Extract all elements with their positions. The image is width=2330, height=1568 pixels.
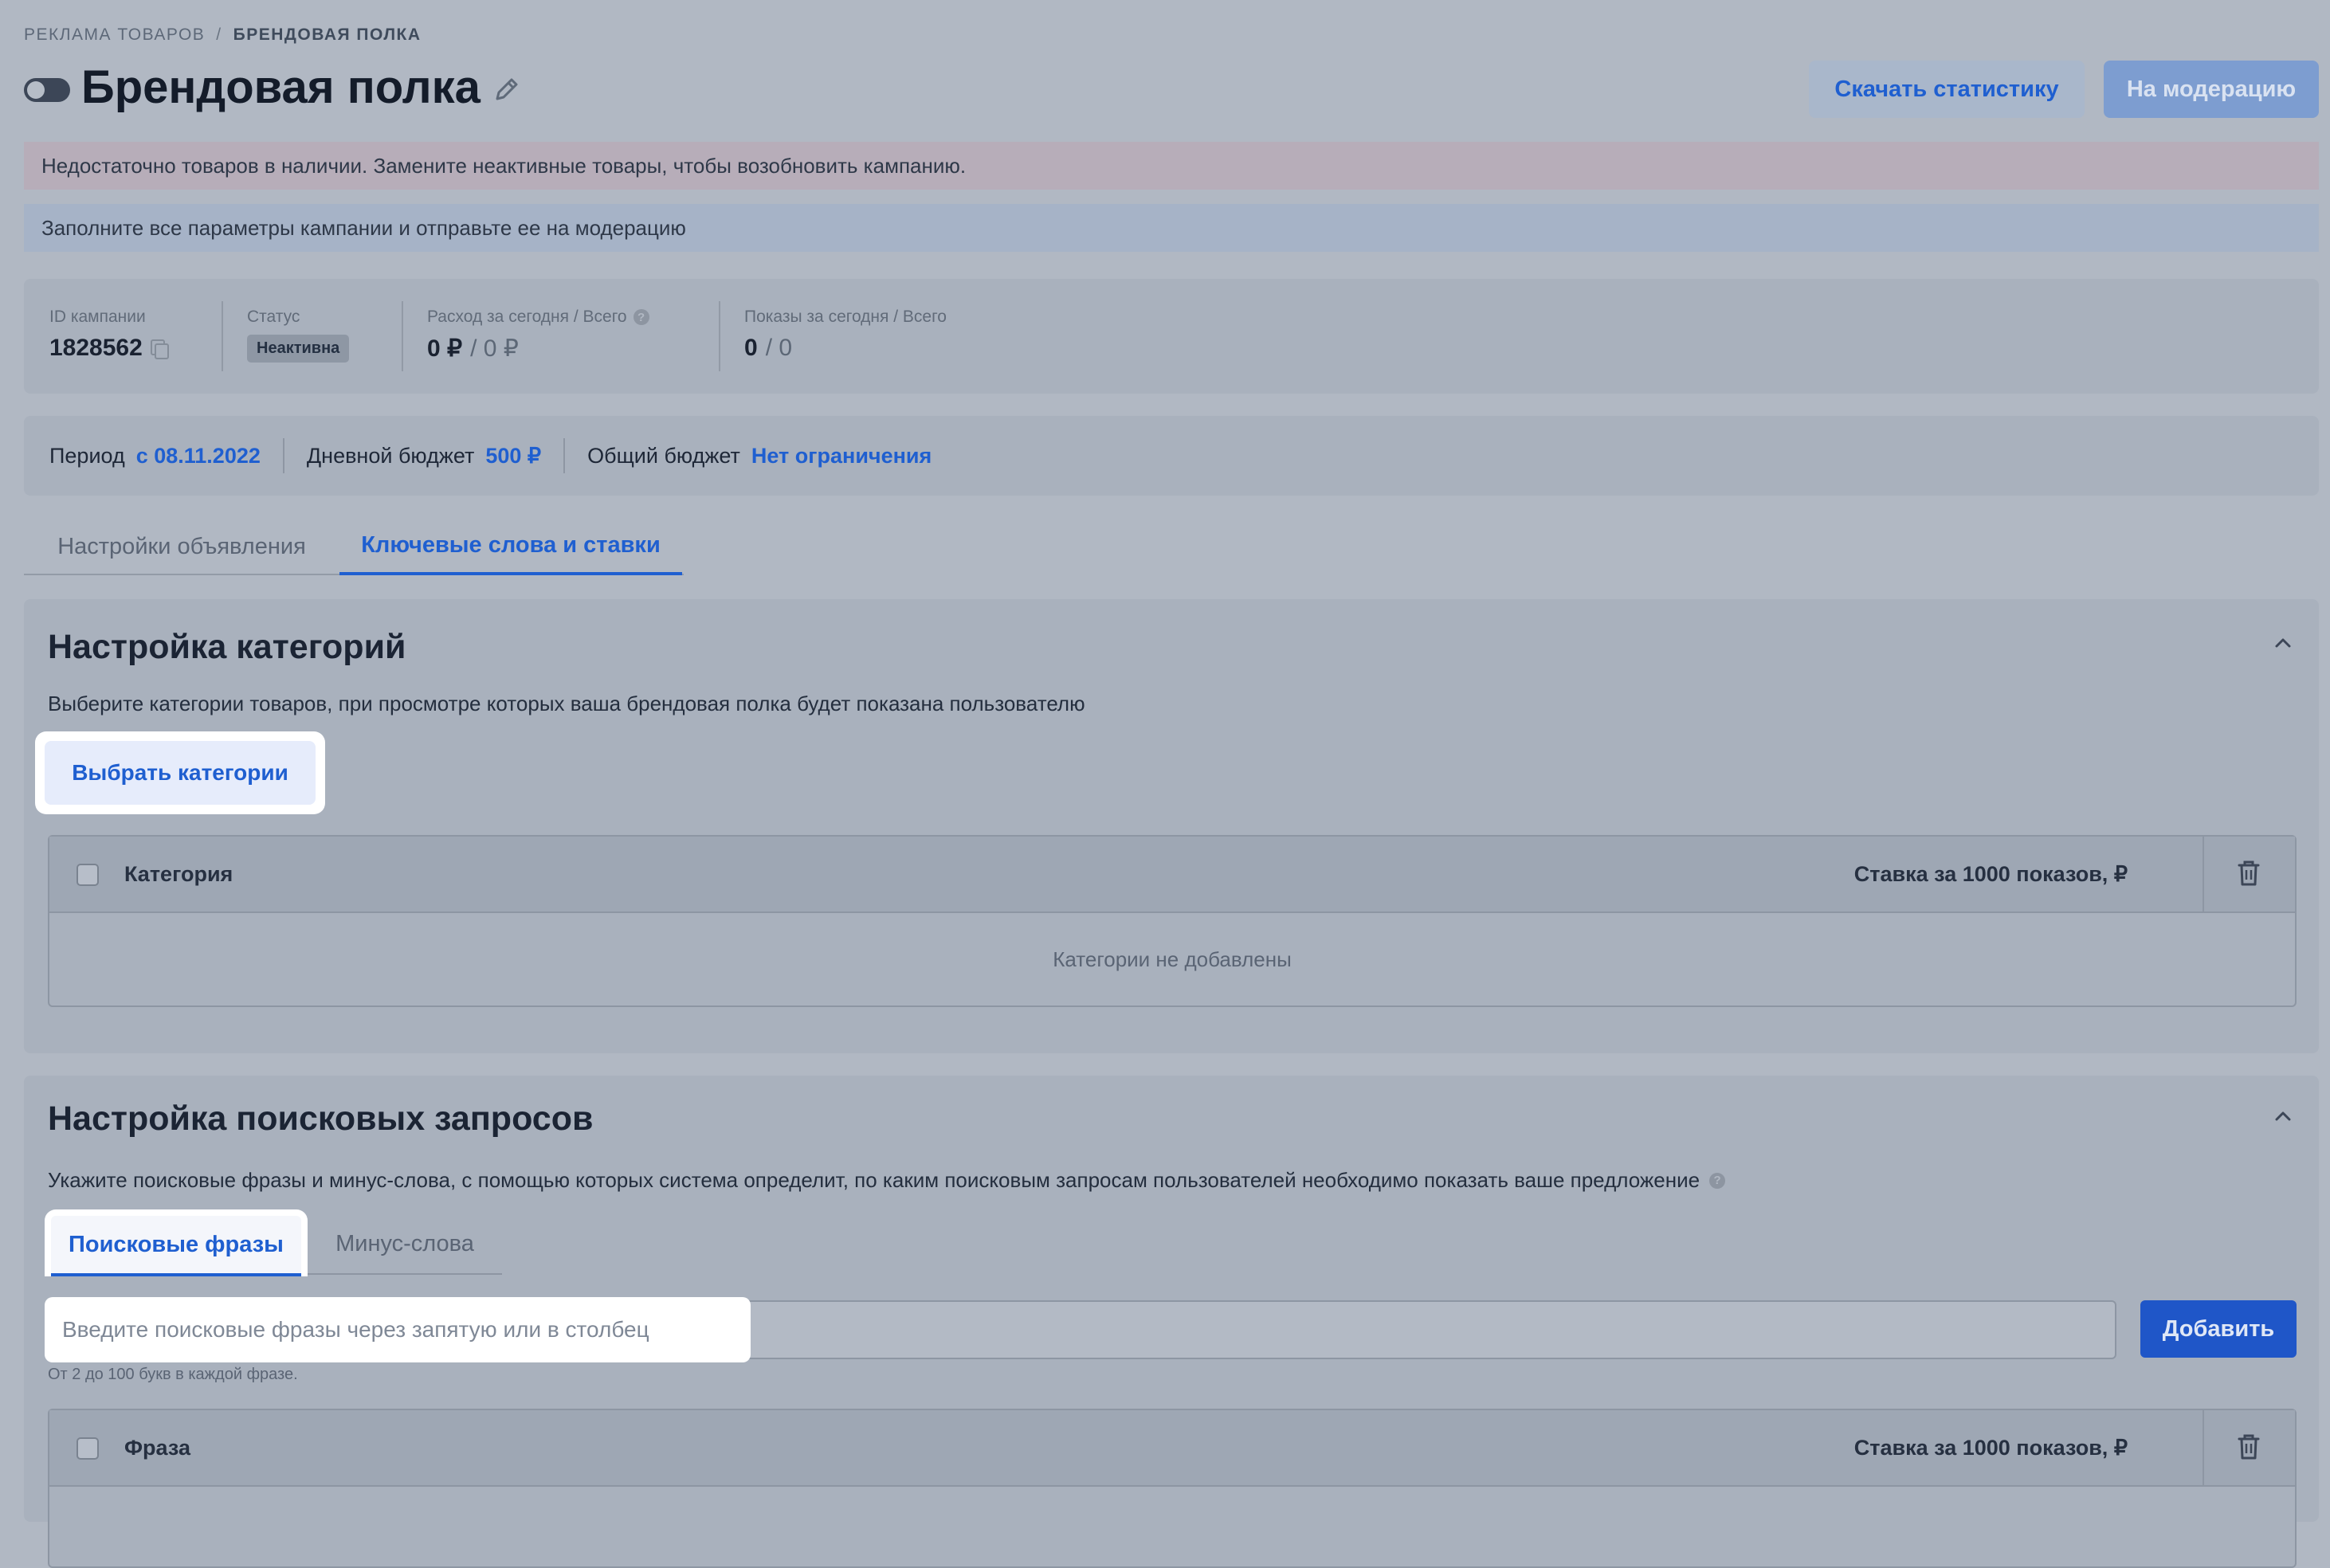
breadcrumb-ads-link[interactable]: РЕКЛАМА ТОВАРОВ: [24, 25, 205, 45]
tab-ad-settings[interactable]: Настройки объявления: [24, 518, 339, 575]
search-description: Укажите поисковые фразы и минус-слова, с…: [48, 1168, 1700, 1192]
download-stats-button[interactable]: Скачать статистику: [1809, 61, 2085, 118]
search-description-row: Укажите поисковые фразы и минус-слова, с…: [48, 1168, 1726, 1193]
stat-divider: [222, 301, 223, 371]
subtab-search-phrases[interactable]: Поисковые фразы: [45, 1209, 308, 1276]
period-label: Период: [49, 443, 125, 468]
budget-period-card: Период с 08.11.2022 Дневной бюджет 500 ₽…: [24, 416, 2319, 496]
header-divider: [2203, 1410, 2204, 1485]
shows-total-value: / 0: [765, 335, 793, 361]
total-budget-link[interactable]: Нет ограничения: [751, 444, 932, 468]
edit-pencil-icon[interactable]: [491, 73, 523, 105]
status-label: Статус: [247, 308, 300, 326]
rate-column-header: Ставка за 1000 показов, ₽: [1853, 862, 2128, 886]
shows-label: Показы за сегодня / Всего: [744, 308, 947, 326]
daily-budget-label: Дневной бюджет: [306, 443, 475, 468]
collapse-chevron-icon[interactable]: [2271, 1104, 2295, 1128]
categories-description: Выберите категории товаров, при просмотр…: [48, 692, 1085, 715]
help-icon[interactable]: ?: [1709, 1172, 1726, 1189]
search-section-title: Настройка поисковых запросов: [48, 1100, 594, 1138]
categories-empty-state: Категории не добавлены: [1053, 947, 1292, 971]
warning-alert: Недостаточно товаров в наличии. Замените…: [24, 142, 2319, 190]
stat-divider: [402, 301, 403, 371]
copy-icon[interactable]: [150, 339, 169, 359]
trash-icon[interactable]: [2234, 857, 2263, 889]
period-divider: [282, 438, 284, 473]
phrase-column-header: Фраза: [124, 1436, 190, 1460]
search-phrases-input-wrapper: [45, 1297, 751, 1362]
trash-icon[interactable]: [2234, 1431, 2263, 1463]
shows-today-value: 0: [744, 335, 758, 361]
add-phrases-button[interactable]: Добавить: [2140, 1300, 2297, 1358]
select-categories-button[interactable]: Выбрать категории: [35, 731, 325, 814]
header-divider: [2203, 837, 2204, 911]
rate-column-header: Ставка за 1000 показов, ₽: [1853, 1436, 2128, 1460]
info-alert: Заполните все параметры кампании и отпра…: [24, 204, 2319, 252]
campaign-toggle[interactable]: [24, 78, 70, 102]
category-column-header: Категория: [124, 862, 233, 886]
campaign-id-stat: ID кампании 1828562: [49, 308, 169, 362]
input-hint: От 2 до 100 букв в каждой фразе.: [48, 1366, 298, 1383]
search-phrases-input[interactable]: [49, 1302, 746, 1358]
page-title: Брендовая полка: [81, 61, 481, 113]
spend-stat: Расход за сегодня / Всего ? 0 ₽ / 0 ₽: [427, 308, 649, 363]
breadcrumb: РЕКЛАМА ТОВАРОВ / БРЕНДОВАЯ ПОЛКА: [24, 25, 422, 45]
status-badge: Неактивна: [247, 335, 350, 363]
spend-total-value: / 0 ₽: [470, 335, 519, 362]
campaign-id-value: 1828562: [49, 335, 143, 361]
stat-divider: [719, 301, 720, 371]
categories-section-title: Настройка категорий: [48, 628, 406, 666]
total-budget-label: Общий бюджет: [587, 443, 740, 468]
shows-stat: Показы за сегодня / Всего 0 / 0: [744, 308, 947, 362]
send-to-moderation-button[interactable]: На модерацию: [2104, 61, 2319, 118]
select-categories-label: Выбрать категории: [45, 741, 316, 805]
collapse-chevron-icon[interactable]: [2271, 631, 2295, 655]
breadcrumb-separator: /: [216, 25, 222, 44]
period-link[interactable]: с 08.11.2022: [136, 444, 261, 468]
categories-table-header: Категория Ставка за 1000 показов, ₽: [49, 837, 2295, 913]
select-all-checkbox[interactable]: [76, 864, 99, 886]
subtab-search-phrases-label: Поисковые фразы: [51, 1216, 301, 1276]
spend-label: Расход за сегодня / Всего: [427, 308, 627, 326]
phrases-table: Фраза Ставка за 1000 показов, ₽: [48, 1409, 2297, 1568]
campaign-id-label: ID кампании: [49, 308, 146, 326]
status-stat: Статус Неактивна: [247, 308, 350, 363]
help-icon[interactable]: ?: [633, 309, 649, 325]
breadcrumb-current: БРЕНДОВАЯ ПОЛКА: [233, 25, 422, 44]
tab-keywords-bids[interactable]: Ключевые слова и ставки: [339, 518, 682, 575]
period-divider: [563, 438, 566, 473]
select-all-checkbox[interactable]: [76, 1437, 99, 1460]
spend-today-value: 0 ₽: [427, 335, 463, 362]
categories-table: Категория Ставка за 1000 показов, ₽ Кате…: [48, 835, 2297, 1007]
phrases-table-header: Фраза Ставка за 1000 показов, ₽: [49, 1410, 2295, 1487]
campaign-stats-card: ID кампании 1828562 Статус Неактивна Рас…: [24, 279, 2319, 394]
daily-budget-link[interactable]: 500 ₽: [485, 444, 541, 468]
subtab-minus-words[interactable]: Минус-слова: [308, 1214, 502, 1275]
